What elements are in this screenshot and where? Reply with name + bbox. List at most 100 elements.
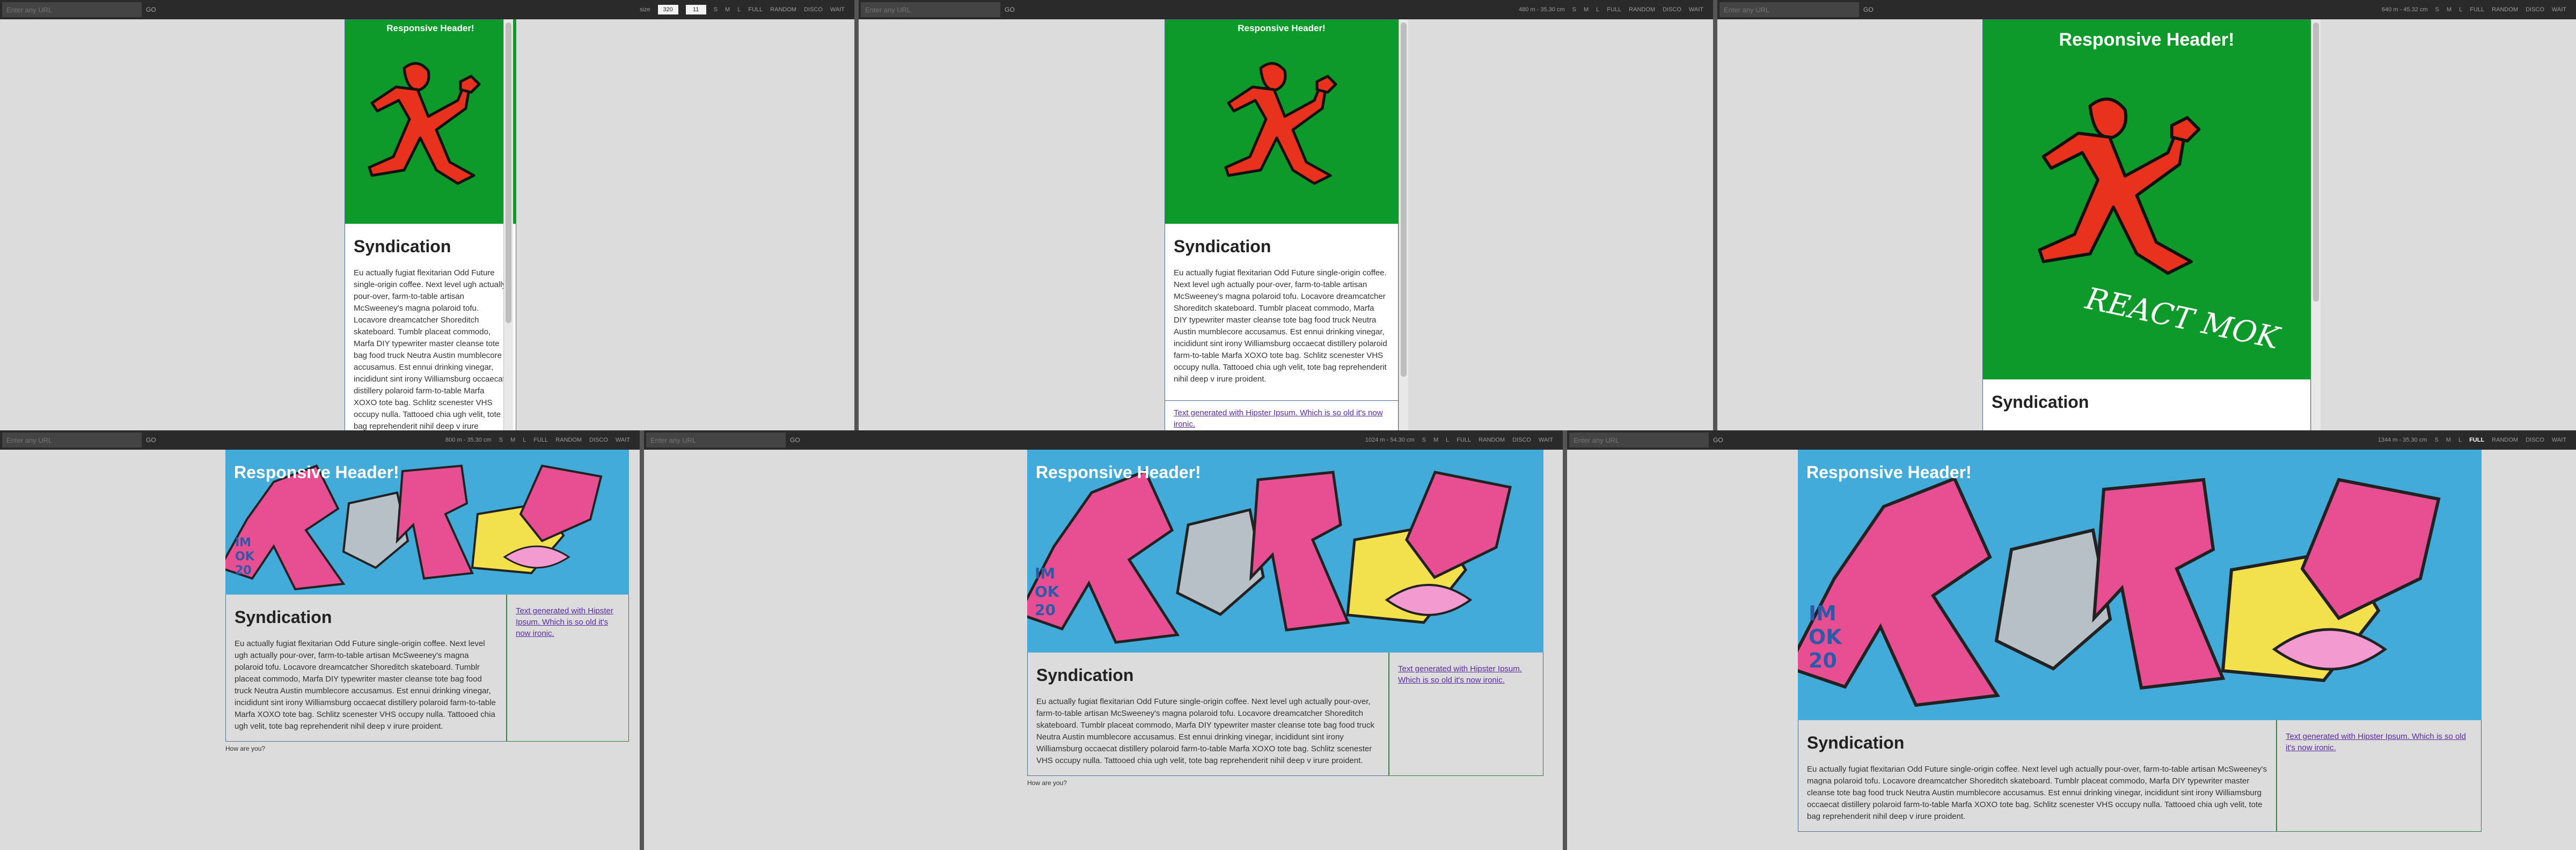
- toolbar-controls: 640 m - 45.32 cm S M L FULL RANDOM DISCO…: [2382, 6, 2576, 13]
- disco-button[interactable]: DISCO: [804, 6, 823, 13]
- svg-text:20: 20: [1809, 649, 1837, 672]
- header-title: Responsive Header!: [386, 23, 474, 33]
- go-button[interactable]: GO: [1863, 6, 1874, 13]
- toolbar-controls: size S M L FULL RANDOM DISCO WAIT: [640, 5, 854, 14]
- size-l-button[interactable]: L: [2458, 437, 2462, 443]
- wait-button[interactable]: WAIT: [1539, 437, 1553, 443]
- url-input[interactable]: [1569, 433, 1709, 448]
- svg-text:IM: IM: [235, 536, 251, 549]
- disco-button[interactable]: DISCO: [1512, 437, 1531, 443]
- device-scrollbar[interactable]: [503, 19, 513, 430]
- go-button[interactable]: GO: [1713, 436, 1723, 444]
- go-button[interactable]: GO: [790, 436, 800, 444]
- go-button[interactable]: GO: [146, 6, 156, 13]
- article-heading: Syndication: [1174, 237, 1271, 256]
- full-button[interactable]: FULL: [2470, 6, 2484, 13]
- disco-button[interactable]: DISCO: [589, 437, 608, 443]
- url-input[interactable]: [861, 2, 1000, 17]
- scrollbar-thumb[interactable]: [1401, 23, 1407, 377]
- go-button[interactable]: GO: [146, 436, 156, 444]
- width-input[interactable]: [657, 5, 678, 14]
- random-button[interactable]: RANDOM: [555, 437, 582, 443]
- wait-button[interactable]: WAIT: [2552, 6, 2566, 13]
- disco-button[interactable]: DISCO: [1663, 6, 1681, 13]
- dancing-figure-image: [368, 62, 481, 185]
- url-input[interactable]: [2, 2, 142, 17]
- size-s-button[interactable]: S: [1422, 437, 1426, 443]
- size-m-button[interactable]: M: [1433, 437, 1438, 443]
- aside-content: Text generated with Hipster Ipsum. Which…: [2277, 720, 2482, 832]
- size-m-button[interactable]: M: [2446, 437, 2451, 443]
- aside-link[interactable]: Text generated with Hipster Ipsum. Which…: [2286, 732, 2466, 752]
- aside-content: Text generated with Hipster Ipsum. Which…: [1389, 653, 1543, 776]
- url-input[interactable]: [1719, 2, 1859, 17]
- header-title: Responsive Header!: [1806, 463, 1972, 482]
- site-page: IM OK 20 Responsive Header! Syndication …: [225, 450, 629, 756]
- header-title: Responsive Header!: [234, 463, 399, 482]
- viewport: IM OK 20 Responsive Header! Syndication …: [644, 450, 1563, 850]
- size-s-button[interactable]: S: [2435, 6, 2439, 13]
- full-button[interactable]: FULL: [748, 6, 763, 13]
- scrollbar-thumb[interactable]: [2313, 23, 2319, 302]
- site-page: IM OK 20 Responsive Header! Syndication …: [1027, 450, 1543, 790]
- aside-link[interactable]: Text generated with Hipster Ipsum. Which…: [516, 606, 613, 638]
- disco-button[interactable]: DISCO: [2526, 437, 2544, 443]
- size-s-button[interactable]: S: [499, 437, 503, 443]
- random-button[interactable]: RANDOM: [2492, 6, 2518, 13]
- height-input[interactable]: [685, 5, 706, 14]
- wait-button[interactable]: WAIT: [616, 437, 630, 443]
- random-button[interactable]: RANDOM: [1479, 437, 1505, 443]
- site-body: Syndication Eu actually fugiat flexitari…: [1798, 720, 2482, 832]
- size-m-button[interactable]: M: [2447, 6, 2451, 13]
- go-button[interactable]: GO: [1005, 6, 1015, 13]
- site-header: Responsive Header!: [1165, 20, 1398, 224]
- wait-button[interactable]: WAIT: [1689, 6, 1703, 13]
- size-l-button[interactable]: L: [737, 6, 741, 13]
- size-m-button[interactable]: M: [725, 6, 730, 13]
- pane-toolbar: GO 1344 m - 35.30 cm S M L FULL RANDOM D…: [1567, 430, 2576, 450]
- random-button[interactable]: RANDOM: [1629, 6, 1655, 13]
- size-readout: 1024 m - 54.30 cm: [1365, 437, 1415, 443]
- main-content: Syndication Eu actually fugiat flexitari…: [225, 595, 507, 742]
- viewport: REACT MOK Responsive Header! Syndication: [1717, 19, 2576, 430]
- size-s-button[interactable]: S: [714, 6, 718, 13]
- article-heading: Syndication: [1036, 665, 1134, 685]
- device-scrollbar[interactable]: [2311, 19, 2321, 430]
- site-header: IM OK 20 Responsive Header!: [1027, 450, 1543, 653]
- article-text: Eu actually fugiat flexitarian Odd Futur…: [1807, 765, 2267, 821]
- size-l-button[interactable]: L: [1446, 437, 1449, 443]
- aside-link[interactable]: Text generated with Hipster Ipsum. Which…: [1398, 664, 1522, 685]
- scrollbar-thumb[interactable]: [506, 23, 511, 323]
- size-l-button[interactable]: L: [523, 437, 526, 443]
- size-l-button[interactable]: L: [1596, 6, 1599, 13]
- article-text: Eu actually fugiat flexitarian Odd Futur…: [1174, 268, 1387, 384]
- full-button[interactable]: FULL: [1607, 6, 1621, 13]
- article-text: Eu actually fugiat flexitarian Odd Futur…: [1036, 697, 1375, 765]
- main-content: Syndication Eu actually fugiat flexitari…: [345, 237, 516, 430]
- full-button[interactable]: FULL: [533, 437, 548, 443]
- full-button[interactable]: FULL: [2469, 437, 2484, 443]
- size-label: size: [640, 6, 650, 13]
- size-s-button[interactable]: S: [2434, 437, 2438, 443]
- aside-link[interactable]: Text generated with Hipster Ipsum. Which…: [1174, 408, 1383, 429]
- random-button[interactable]: RANDOM: [770, 6, 796, 13]
- random-button[interactable]: RANDOM: [2492, 437, 2518, 443]
- article-heading: Syndication: [1992, 392, 2089, 412]
- size-m-button[interactable]: M: [510, 437, 515, 443]
- disco-button[interactable]: DISCO: [2526, 6, 2544, 13]
- size-s-button[interactable]: S: [1572, 6, 1576, 13]
- full-button[interactable]: FULL: [1457, 437, 1471, 443]
- svg-text:OK: OK: [1809, 625, 1842, 649]
- size-l-button[interactable]: L: [2459, 6, 2462, 13]
- site-body: Syndication Eu actually fugiat flexitari…: [1027, 653, 1543, 776]
- main-content: Syndication Eu actually fugiat flexitari…: [1165, 237, 1398, 394]
- url-input[interactable]: [646, 433, 786, 448]
- wait-button[interactable]: WAIT: [2552, 437, 2566, 443]
- wait-button[interactable]: WAIT: [830, 6, 845, 13]
- article-heading: Syndication: [235, 607, 332, 627]
- device-scrollbar[interactable]: [1399, 19, 1408, 430]
- size-m-button[interactable]: M: [1584, 6, 1589, 13]
- size-readout: 480 m - 35.30 cm: [1519, 6, 1565, 13]
- url-input[interactable]: [2, 433, 142, 448]
- aside-content: Text generated with Hipster Ipsum. Which…: [507, 595, 629, 742]
